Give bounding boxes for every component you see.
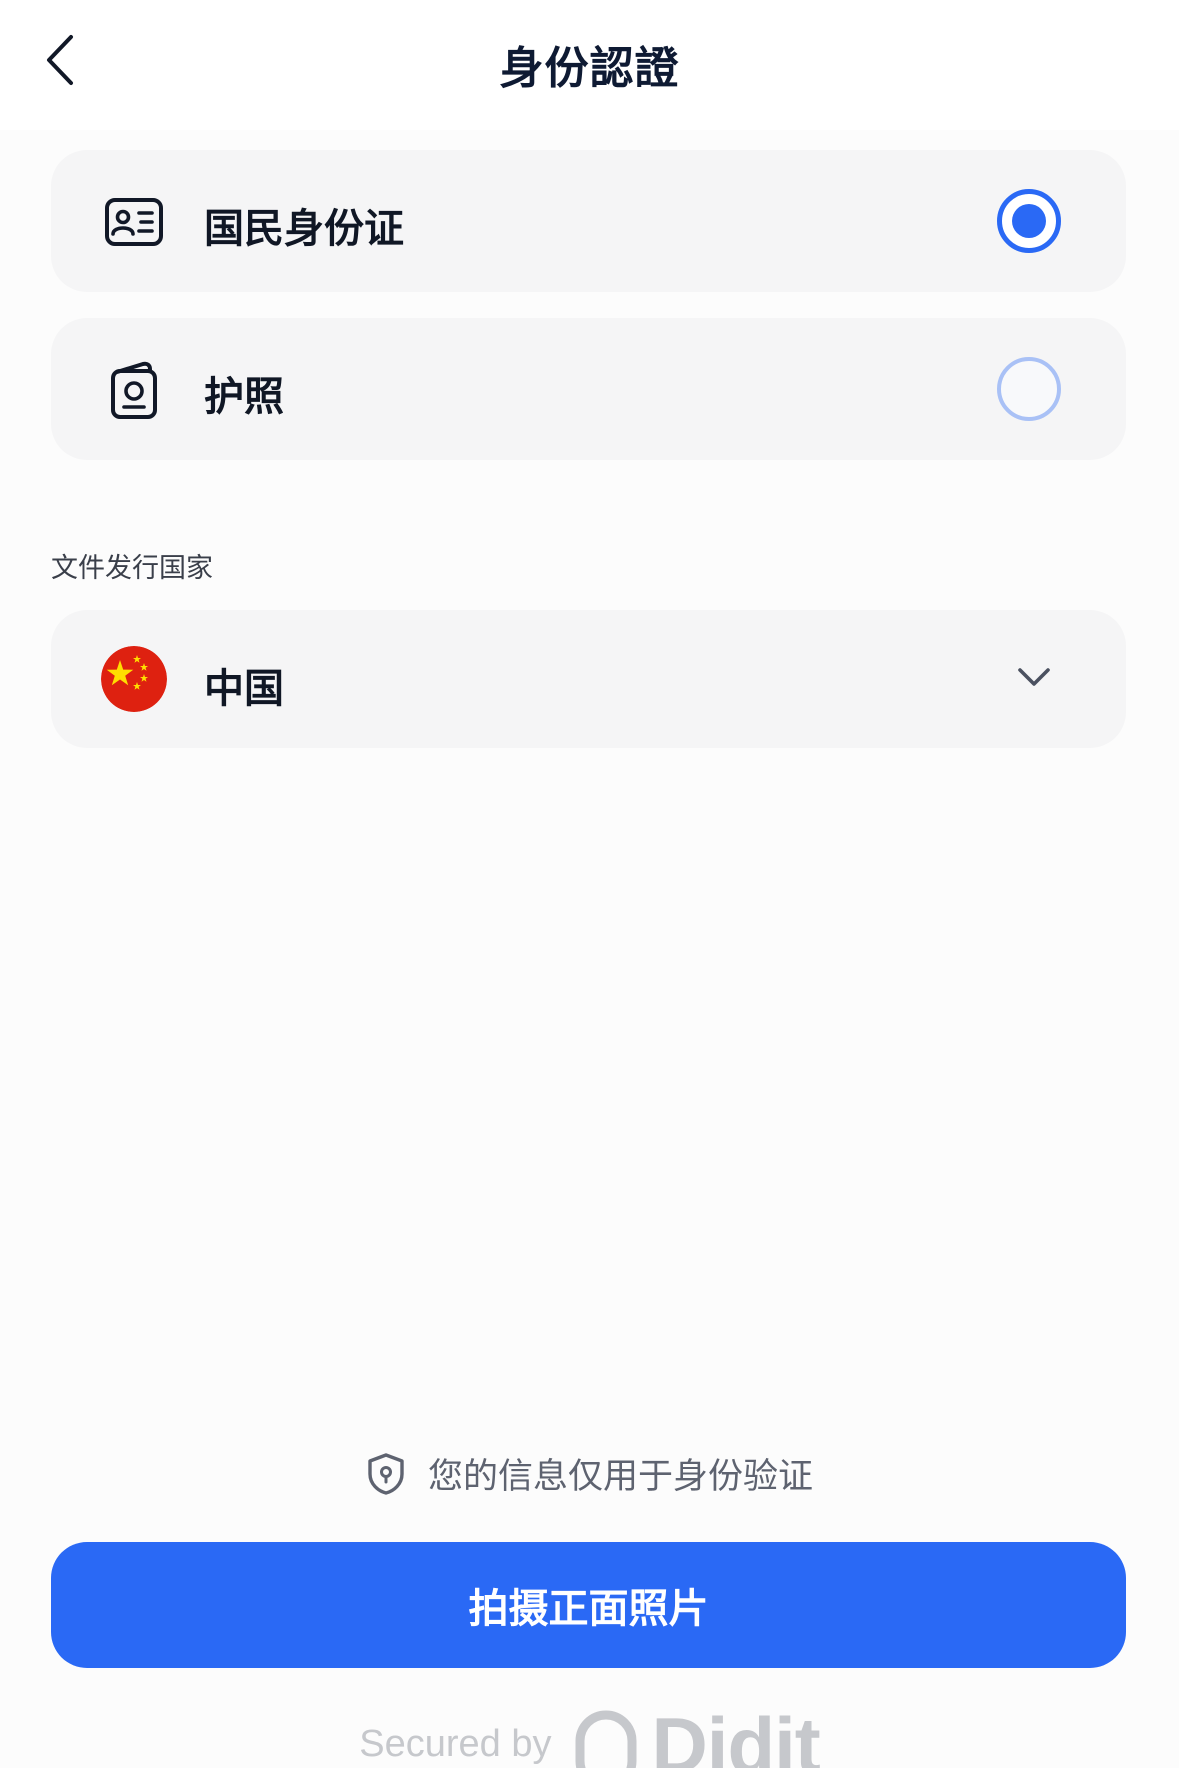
page-title: 身份認證: [499, 43, 680, 94]
country-dropdown[interactable]: 中国: [51, 610, 1126, 748]
brand-name: Didit: [651, 1706, 820, 1768]
privacy-note: 您的信息仅用于身份验证: [0, 1448, 1179, 1499]
secured-by-text: Secured by: [359, 1723, 552, 1765]
take-front-photo-button[interactable]: 拍摄正面照片: [51, 1542, 1126, 1668]
china-flag-icon: [101, 646, 167, 712]
passport-icon: [111, 361, 157, 419]
didit-logo-icon: [575, 1710, 637, 1768]
chevron-down-icon: [1018, 668, 1050, 686]
selected-country: 中国: [204, 666, 284, 712]
option-passport[interactable]: 护照: [51, 318, 1126, 460]
option-label: 护照: [204, 374, 284, 420]
header: 身份認證: [0, 0, 1179, 130]
radio-passport[interactable]: [997, 357, 1061, 421]
option-national-id[interactable]: 国民身份证: [51, 150, 1126, 292]
radio-national-id[interactable]: [997, 189, 1061, 253]
shield-icon: [368, 1452, 404, 1495]
privacy-text: 您的信息仅用于身份验证: [427, 1457, 813, 1497]
issuing-country-label: 文件发行国家: [51, 553, 213, 584]
secured-by-footer: Secured by Didit: [0, 1706, 1179, 1768]
identity-verification-screen: 身份認證 国民身份证 护照 文件发行国家 中国 您的信息仅用于身份验证 拍摄正面…: [0, 0, 1179, 1768]
id-card-icon: [105, 198, 163, 246]
brand: Didit: [575, 1706, 821, 1768]
option-label: 国民身份证: [204, 206, 404, 252]
